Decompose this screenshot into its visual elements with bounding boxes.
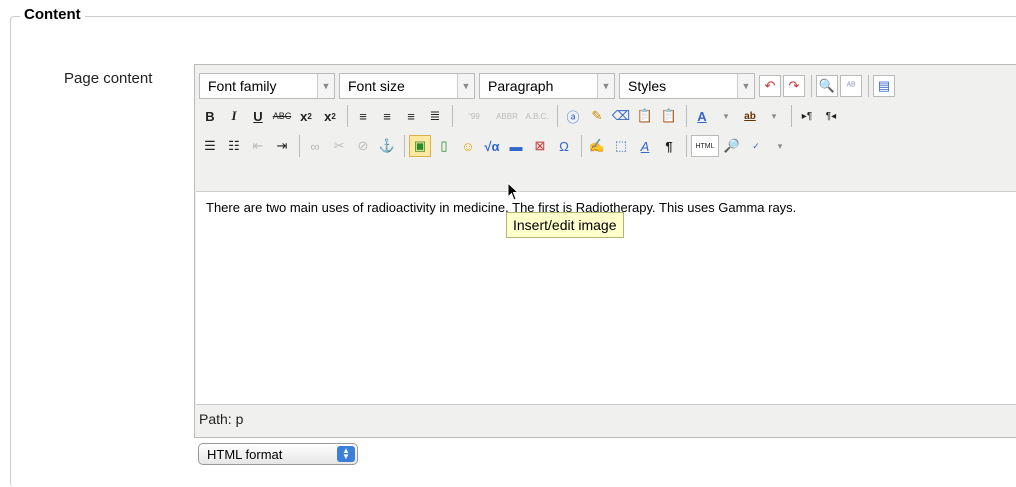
media-icon[interactable]: ▯ <box>433 135 455 157</box>
font-size-select[interactable]: Font size ▼ <box>339 73 475 99</box>
redo-button[interactable]: ↷ <box>783 75 805 97</box>
outdent-icon[interactable]: ⇤ <box>247 135 269 157</box>
toolbar-separator <box>299 135 300 157</box>
chevron-down-icon[interactable]: ▾ <box>715 105 737 127</box>
rtl-icon[interactable]: ¶◂ <box>820 105 842 127</box>
html-source-icon[interactable]: HTML <box>691 135 719 157</box>
acronym-icon[interactable]: A.B.C. <box>523 105 551 127</box>
horizontal-rule-icon[interactable]: ▬ <box>505 135 527 157</box>
show-invisibles-icon[interactable]: ¶ <box>658 135 680 157</box>
toolbar-separator <box>452 105 453 127</box>
format-select[interactable]: HTML format ▲ ▼ <box>198 443 358 465</box>
unlink-icon[interactable]: ✂ <box>328 135 350 157</box>
nonbreaking-icon[interactable]: ⊠ <box>529 135 551 157</box>
page-content-label: Page content <box>64 70 153 87</box>
spellcheck-icon[interactable]: ✓ <box>745 135 767 157</box>
link-icon[interactable]: ∞ <box>304 135 326 157</box>
numbered-list-icon[interactable]: ☷ <box>223 135 245 157</box>
align-left-icon[interactable]: ≡ <box>352 105 374 127</box>
paragraph-select[interactable]: Paragraph ▼ <box>479 73 615 99</box>
updown-arrows-icon: ▲ ▼ <box>337 446 355 462</box>
bold-icon[interactable]: B <box>199 105 221 127</box>
superscript-icon[interactable]: x2 <box>319 105 341 127</box>
toolbar-separator <box>686 135 687 157</box>
toolbar-separator <box>581 135 582 157</box>
font-family-select[interactable]: Font family ▼ <box>199 73 335 99</box>
font-family-label: Font family <box>208 78 277 94</box>
indent-icon[interactable]: ⇥ <box>271 135 293 157</box>
styles-select[interactable]: Styles ▼ <box>619 73 755 99</box>
paste-text-icon[interactable]: 📋 <box>634 105 656 127</box>
strikethrough-icon[interactable]: ABC <box>271 105 293 127</box>
format-select-value: HTML format <box>207 446 283 462</box>
bullet-list-icon[interactable]: ☰ <box>199 135 221 157</box>
toolbar-separator <box>686 105 687 127</box>
cite-icon[interactable]: “99 <box>457 105 491 127</box>
tooltip: Insert/edit image <box>506 212 624 238</box>
text-color-icon[interactable]: A <box>691 105 713 127</box>
chevron-down-icon: ▼ <box>597 74 614 98</box>
toolbar-separator <box>557 105 558 127</box>
edit-attributes-icon[interactable]: ✍ <box>586 135 608 157</box>
toolbar-separator <box>404 135 405 157</box>
path-statusbar: Path: p <box>199 411 244 427</box>
anchor-icon[interactable]: ⚓ <box>376 135 398 157</box>
underline-icon[interactable]: U <box>247 105 269 127</box>
chevron-down-icon[interactable]: ▾ <box>763 105 785 127</box>
fullscreen-icon[interactable]: ▤ <box>873 75 895 97</box>
toolbar-row-3: ☰ ☷ ⇤ ⇥ ∞ ✂ ⊘ ⚓ ▣ ▯ ☺ √α ▬ ⊠ Ω ✍ ⬚ A ¶ H… <box>199 131 793 161</box>
visual-aid-icon[interactable]: ⬚ <box>610 135 632 157</box>
search-icon[interactable]: 🔍 <box>816 75 838 97</box>
emoticon-icon[interactable]: ☺ <box>457 135 479 157</box>
paragraph-label: Paragraph <box>488 78 554 94</box>
align-center-icon[interactable]: ≡ <box>376 105 398 127</box>
preview-icon[interactable]: 🔎 <box>721 135 743 157</box>
eraser-icon[interactable]: ⌫ <box>610 105 632 127</box>
undo-button[interactable]: ↶ <box>759 75 781 97</box>
italic-icon[interactable]: I <box>223 105 245 127</box>
styles-label: Styles <box>628 78 667 94</box>
ltr-icon[interactable]: ▸¶ <box>796 105 818 127</box>
image-icon[interactable]: ▣ <box>409 135 431 157</box>
toolbar-separator <box>791 105 792 127</box>
align-justify-icon[interactable]: ≣ <box>424 105 446 127</box>
highlight-color-icon[interactable]: ab <box>739 105 761 127</box>
omega-icon[interactable]: Ω <box>553 135 575 157</box>
fieldset-legend: Content <box>20 6 85 23</box>
cleanup-icon[interactable]: ✎ <box>586 105 608 127</box>
equation-icon[interactable]: √α <box>481 135 503 157</box>
paste-word-icon[interactable]: 📋 <box>658 105 680 127</box>
rich-text-editor: Font family ▼ Font size ▼ Paragraph ▼ St… <box>194 64 1016 438</box>
toolbar-separator <box>347 105 348 127</box>
chevron-down-icon: ▼ <box>317 74 334 98</box>
chevron-down-icon[interactable]: ▾ <box>769 135 791 157</box>
subscript-icon[interactable]: x2 <box>295 105 317 127</box>
char-format-icon[interactable]: ⓐ <box>562 105 584 127</box>
nolink-icon[interactable]: ⊘ <box>352 135 374 157</box>
align-right-icon[interactable]: ≡ <box>400 105 422 127</box>
font-size-label: Font size <box>348 78 405 94</box>
chevron-down-icon: ▼ <box>737 74 754 98</box>
replace-icon[interactable]: ᴬᴮ <box>840 75 862 97</box>
mouse-cursor-icon <box>507 182 520 201</box>
toolbar-row-2: B I U ABC x2 x2 ≡ ≡ ≡ ≣ “99 ABBR A.B.C. … <box>199 101 844 131</box>
chevron-down-icon: ▼ <box>457 74 474 98</box>
toolbar-separator <box>868 75 869 97</box>
toolbar-row-1: Font family ▼ Font size ▼ Paragraph ▼ St… <box>199 71 897 101</box>
style-props-icon[interactable]: A <box>634 135 656 157</box>
toolbar-separator <box>811 75 812 97</box>
abbr-icon[interactable]: ABBR <box>493 105 521 127</box>
